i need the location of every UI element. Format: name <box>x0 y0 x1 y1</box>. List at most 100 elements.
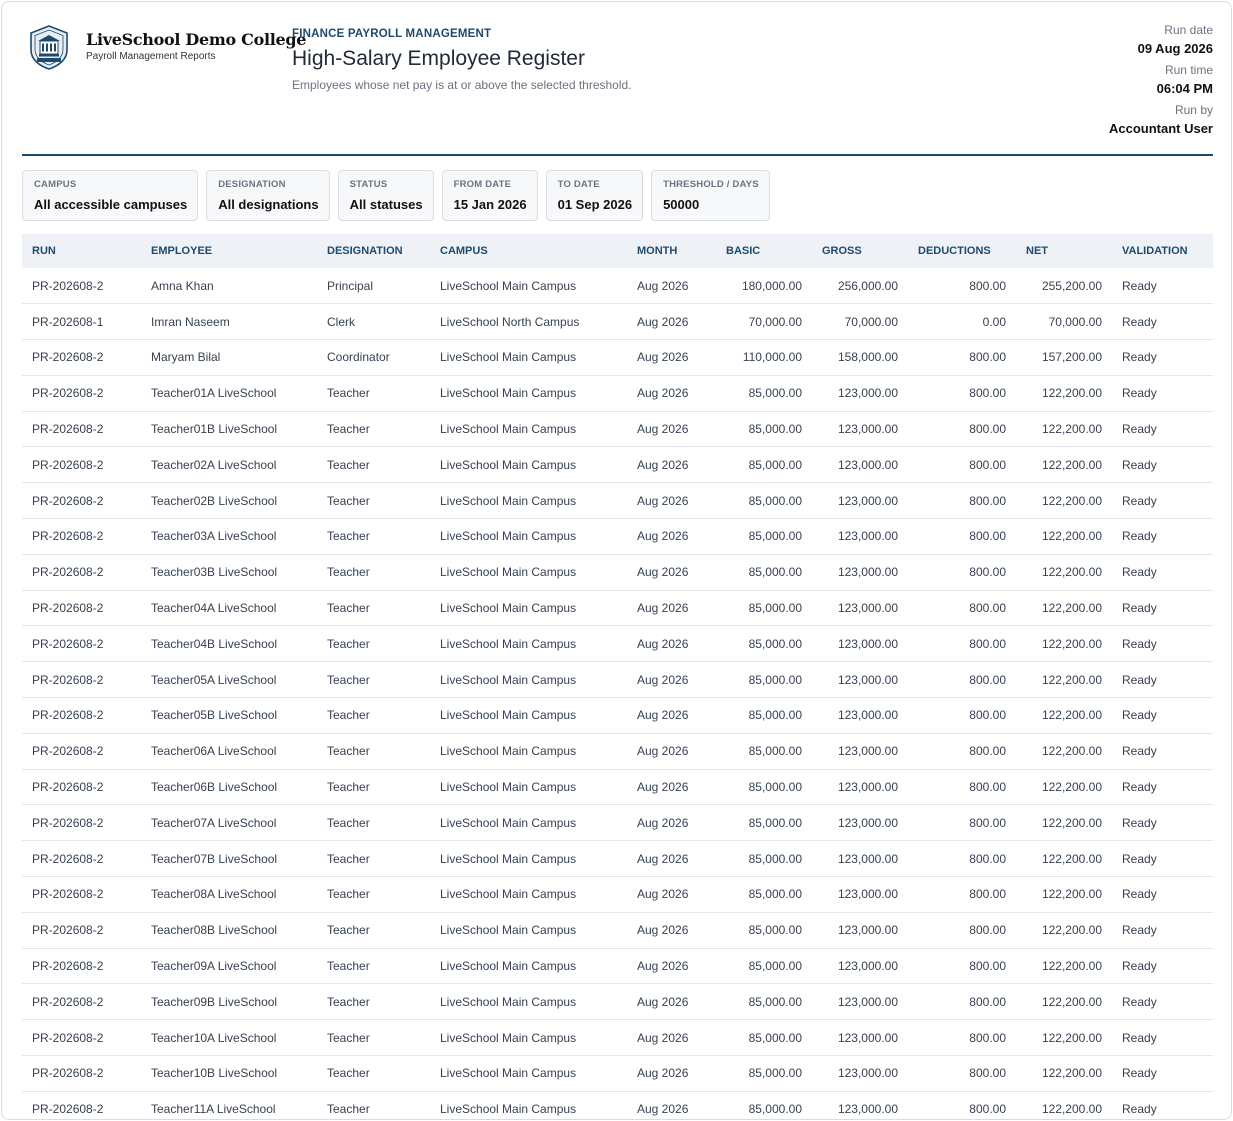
table-row[interactable]: PR-202608-2 Teacher03A LiveSchool Teacher L… <box>22 518 1213 555</box>
column-header-validation[interactable]: VALIDATION <box>1112 234 1213 268</box>
table-row[interactable]: PR-202608-2 Teacher07B LiveSchool Teacher L… <box>22 840 1213 878</box>
cell-month: Aug 2026 <box>627 769 716 806</box>
column-header-deductions[interactable]: DEDUCTIONS <box>908 234 1016 268</box>
table-row[interactable]: PR-202608-2 Teacher05A LiveSchool Teacher L… <box>22 661 1213 699</box>
table-row[interactable]: PR-202608-2 Teacher05B LiveSchool Teacher L… <box>22 697 1213 734</box>
cell-deductions: 800.00 <box>908 983 1016 1021</box>
cell-gross: 123,000.00 <box>812 625 908 663</box>
cell-basic: 85,000.00 <box>716 1055 812 1092</box>
cell-month: Aug 2026 <box>627 303 716 341</box>
cell-gross: 123,000.00 <box>812 912 908 949</box>
cell-campus: LiveSchool Main Campus <box>430 482 627 520</box>
filter-from-date[interactable]: FROM DATE 15 Jan 2026 <box>441 170 538 221</box>
table-row[interactable]: PR-202608-2 Teacher10A LiveSchool Teacher L… <box>22 1019 1213 1057</box>
report-eyebrow: FINANCE PAYROLL MANAGEMENT <box>292 28 492 40</box>
cell-employee: Teacher08B LiveSchool <box>141 912 317 949</box>
cell-designation: Teacher <box>317 482 430 520</box>
column-header-gross[interactable]: GROSS <box>812 234 908 268</box>
cell-designation: Teacher <box>317 1055 430 1092</box>
cell-net: 122,200.00 <box>1016 804 1112 842</box>
filter-campus[interactable]: CAMPUS All accessible campuses <box>22 170 199 221</box>
cell-month: Aug 2026 <box>627 1055 716 1092</box>
cell-basic: 85,000.00 <box>716 804 812 842</box>
filter-value: 01 Sep 2026 <box>557 197 633 212</box>
cell-campus: LiveSchool Main Campus <box>430 446 627 484</box>
cell-deductions: 800.00 <box>908 1019 1016 1057</box>
table-row[interactable]: PR-202608-2 Teacher10B LiveSchool Teacher L… <box>22 1055 1213 1092</box>
cell-deductions: 800.00 <box>908 1091 1016 1119</box>
filter-value: 50000 <box>663 197 700 212</box>
cell-month: Aug 2026 <box>627 518 716 555</box>
cell-campus: LiveSchool Main Campus <box>430 1091 627 1119</box>
column-header-month[interactable]: MONTH <box>627 234 716 268</box>
cell-net: 122,200.00 <box>1016 876 1112 913</box>
table-row[interactable]: PR-202608-2 Maryam Bilal Coordinator LiveSc… <box>22 339 1213 376</box>
cell-campus: LiveSchool Main Campus <box>430 554 627 591</box>
cell-validation: Ready <box>1112 590 1213 627</box>
table-row[interactable]: PR-202608-2 Teacher01B LiveSchool Teacher L… <box>22 411 1213 448</box>
cell-validation: Ready <box>1112 1055 1213 1092</box>
cell-employee: Teacher04A LiveSchool <box>141 590 317 627</box>
column-header-campus[interactable]: CAMPUS <box>430 234 627 268</box>
cell-basic: 85,000.00 <box>716 983 812 1021</box>
cell-net: 122,200.00 <box>1016 375 1112 412</box>
cell-gross: 123,000.00 <box>812 375 908 412</box>
cell-basic: 85,000.00 <box>716 446 812 484</box>
cell-designation: Teacher <box>317 840 430 878</box>
cell-deductions: 800.00 <box>908 1055 1016 1092</box>
cell-basic: 85,000.00 <box>716 411 812 448</box>
filter-status[interactable]: STATUS All statuses <box>337 170 434 221</box>
cell-employee: Teacher09A LiveSchool <box>141 948 317 985</box>
cell-gross: 123,000.00 <box>812 1091 908 1119</box>
cell-month: Aug 2026 <box>627 948 716 985</box>
cell-net: 157,200.00 <box>1016 339 1112 376</box>
filter-designation[interactable]: DESIGNATION All designations <box>206 170 330 221</box>
table-row[interactable]: PR-202608-2 Amna Khan Principal LiveSchool … <box>22 268 1213 305</box>
table-row[interactable]: PR-202608-2 Teacher03B LiveSchool Teacher L… <box>22 554 1213 591</box>
cell-deductions: 800.00 <box>908 375 1016 412</box>
table-row[interactable]: PR-202608-2 Teacher01A LiveSchool Teacher L… <box>22 375 1213 412</box>
table-row[interactable]: PR-202608-2 Teacher06B LiveSchool Teacher L… <box>22 769 1213 806</box>
table-row[interactable]: PR-202608-1 Imran Naseem Clerk LiveSchool N… <box>22 303 1213 341</box>
column-header-net[interactable]: NET <box>1016 234 1112 268</box>
cell-basic: 85,000.00 <box>716 876 812 913</box>
cell-basic: 85,000.00 <box>716 948 812 985</box>
column-header-designation[interactable]: DESIGNATION <box>317 234 430 268</box>
table-row[interactable]: PR-202608-2 Teacher02A LiveSchool Teacher L… <box>22 446 1213 484</box>
filter-to-date[interactable]: TO DATE 01 Sep 2026 <box>545 170 644 221</box>
cell-net: 122,200.00 <box>1016 912 1112 949</box>
table-row[interactable]: PR-202608-2 Teacher02B LiveSchool Teacher L… <box>22 482 1213 520</box>
run-meta: Run date 09 Aug 2026 Run time 06:04 PM R… <box>1109 22 1213 142</box>
cell-employee: Teacher08A LiveSchool <box>141 876 317 913</box>
table-row[interactable]: PR-202608-2 Teacher06A LiveSchool Teacher L… <box>22 733 1213 770</box>
filter-value: All accessible campuses <box>34 197 188 212</box>
column-header-run[interactable]: RUN <box>22 234 141 268</box>
table-row[interactable]: PR-202608-2 Teacher04A LiveSchool Teacher L… <box>22 590 1213 627</box>
table-row[interactable]: PR-202608-2 Teacher08B LiveSchool Teacher L… <box>22 912 1213 949</box>
column-header-employee[interactable]: EMPLOYEE <box>141 234 317 268</box>
table-row[interactable]: PR-202608-2 Teacher09A LiveSchool Teacher L… <box>22 948 1213 985</box>
table-row[interactable]: PR-202608-2 Teacher07A LiveSchool Teacher L… <box>22 804 1213 842</box>
table-row[interactable]: PR-202608-2 Teacher04B LiveSchool Teacher L… <box>22 625 1213 663</box>
cell-net: 122,200.00 <box>1016 590 1112 627</box>
cell-employee: Teacher05B LiveSchool <box>141 697 317 734</box>
cell-employee: Teacher04B LiveSchool <box>141 625 317 663</box>
table-row[interactable]: PR-202608-2 Teacher11A LiveSchool Teacher L… <box>22 1091 1213 1119</box>
cell-month: Aug 2026 <box>627 268 716 305</box>
cell-basic: 85,000.00 <box>716 697 812 734</box>
cell-employee: Teacher01B LiveSchool <box>141 411 317 448</box>
run-date-label: Run date <box>1164 23 1213 37</box>
cell-campus: LiveSchool Main Campus <box>430 840 627 878</box>
cell-month: Aug 2026 <box>627 912 716 949</box>
cell-employee: Teacher06A LiveSchool <box>141 733 317 770</box>
cell-gross: 123,000.00 <box>812 446 908 484</box>
table-row[interactable]: PR-202608-2 Teacher09B LiveSchool Teacher L… <box>22 983 1213 1021</box>
table-row[interactable]: PR-202608-2 Teacher08A LiveSchool Teacher L… <box>22 876 1213 913</box>
cell-employee: Teacher10A LiveSchool <box>141 1019 317 1057</box>
column-header-basic[interactable]: BASIC <box>716 234 812 268</box>
filter-threshold[interactable]: THRESHOLD / DAYS 50000 <box>651 170 770 221</box>
cell-run: PR-202608-2 <box>22 769 141 806</box>
cell-campus: LiveSchool Main Campus <box>430 375 627 412</box>
cell-designation: Teacher <box>317 769 430 806</box>
cell-basic: 85,000.00 <box>716 518 812 555</box>
